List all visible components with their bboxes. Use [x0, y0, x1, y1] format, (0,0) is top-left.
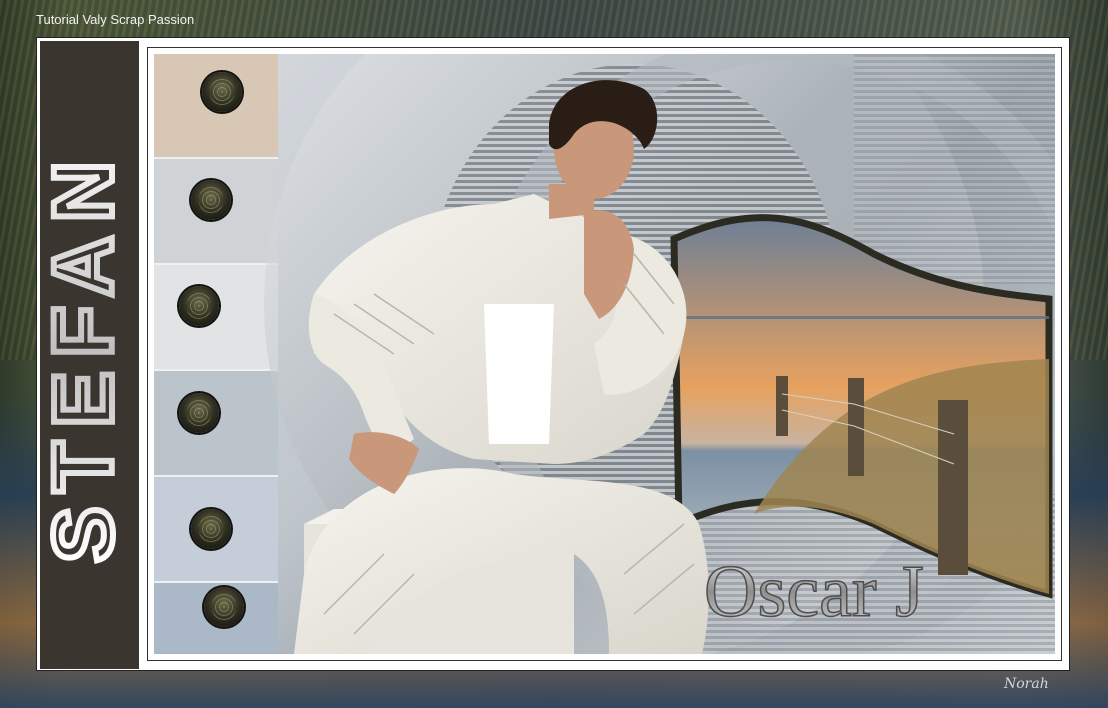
artist-signature: Norah [1004, 676, 1049, 692]
bead-icon [191, 180, 231, 220]
title-art-text: Oscar J [704, 551, 924, 633]
bead-icon [179, 286, 219, 326]
artwork-scene: Oscar J [154, 54, 1055, 654]
bead-icon [179, 393, 219, 433]
bead-icon [204, 587, 244, 627]
artwork-svg: Oscar J [154, 54, 1055, 654]
band-title-text: STEFAN [40, 147, 130, 562]
band-title-art: STEFAN [40, 144, 133, 565]
bead-icon [202, 72, 242, 112]
tutorial-caption: Tutorial Valy Scrap Passion [36, 12, 195, 27]
bead-icon [191, 509, 231, 549]
